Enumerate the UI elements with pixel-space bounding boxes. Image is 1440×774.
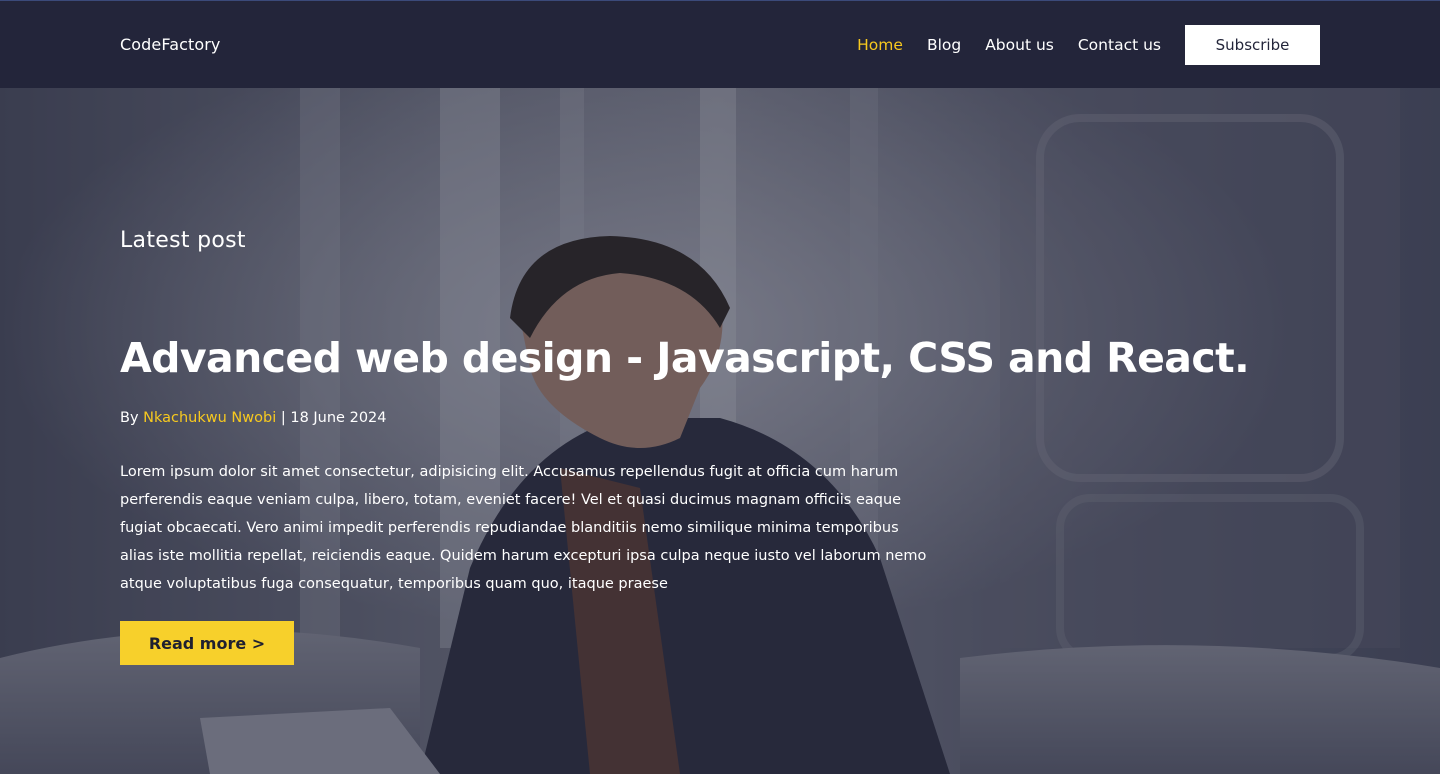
nav-link-about-us[interactable]: About us — [985, 36, 1054, 54]
post-date: 18 June 2024 — [290, 410, 387, 426]
by-label: By — [120, 410, 139, 426]
post-meta: By Nkachukwu Nwobi | 18 June 2024 — [120, 410, 387, 426]
author-link[interactable]: Nkachukwu Nwobi — [143, 410, 276, 426]
read-more-button[interactable]: Read more > — [120, 621, 294, 665]
main-nav: Home Blog About us Contact us Subscribe — [833, 25, 1320, 65]
section-label: Latest post — [120, 228, 246, 253]
hero-overlay — [0, 88, 1440, 774]
nav-link-contact-us[interactable]: Contact us — [1078, 36, 1161, 54]
page: CodeFactory Home Blog About us Contact u… — [0, 0, 1440, 774]
subscribe-button[interactable]: Subscribe — [1185, 25, 1320, 65]
nav-link-home[interactable]: Home — [857, 36, 903, 54]
navbar: CodeFactory Home Blog About us Contact u… — [0, 0, 1440, 88]
meta-separator: | — [280, 410, 286, 426]
post-title[interactable]: Advanced web design - Javascript, CSS an… — [120, 334, 1250, 382]
nav-link-blog[interactable]: Blog — [927, 36, 961, 54]
hero-section: Latest post Advanced web design - Javasc… — [0, 88, 1440, 774]
post-excerpt: Lorem ipsum dolor sit amet consectetur, … — [120, 464, 927, 592]
brand-logo[interactable]: CodeFactory — [120, 35, 221, 54]
